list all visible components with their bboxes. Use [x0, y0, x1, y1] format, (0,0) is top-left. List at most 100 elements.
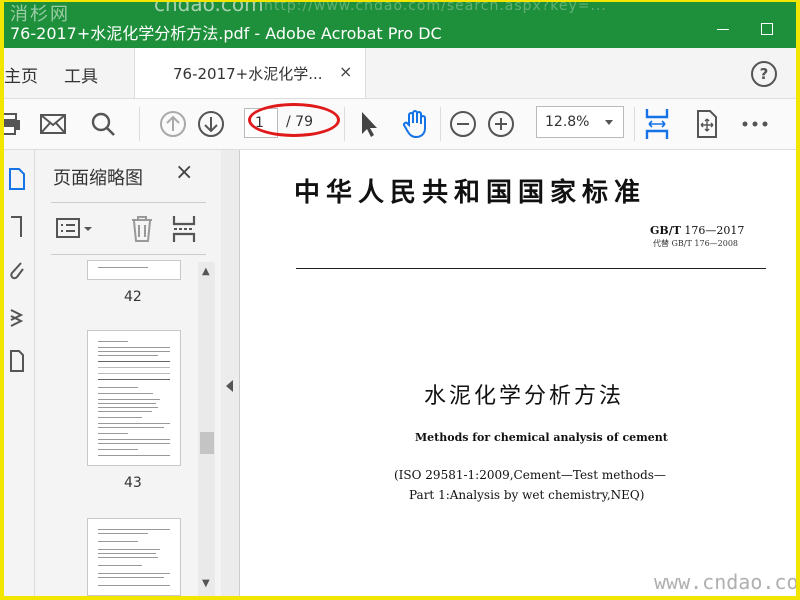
watermark-url: http://www.cndao.com/search.aspx?key=... — [264, 2, 607, 14]
toolbar-separator — [634, 107, 635, 141]
panel-divider — [51, 254, 206, 255]
previous-page-icon[interactable] — [158, 109, 188, 139]
thumbnail-text-line — [98, 393, 153, 394]
document-title-cn: 水泥化学分析方法 — [424, 384, 625, 409]
thumbnail-text-line — [98, 439, 170, 440]
attachments-icon[interactable] — [4, 258, 30, 284]
thumbnail-text-line — [98, 573, 170, 574]
page-thumbnails-panel: 页面缩略图 × 42 43 ▲ ▼ — [35, 150, 221, 596]
toolbar: 1 / 79 12.8% — [4, 99, 796, 150]
thumbnail-text-line — [98, 585, 170, 586]
rotate-view-icon[interactable] — [692, 109, 722, 139]
thumbnail-text-line — [98, 387, 138, 388]
panel-splitter[interactable] — [221, 150, 240, 596]
thumbnail-text-line — [98, 407, 158, 408]
thumbnail-text-line — [98, 427, 164, 428]
toolbar-separator — [440, 107, 441, 141]
page-thumbnail[interactable] — [87, 330, 181, 466]
panel-divider — [51, 202, 206, 203]
thumbnail-text-line — [98, 347, 170, 348]
minimize-button[interactable] — [708, 16, 738, 42]
title-bar: 消杉网 cndao.com http://www.cndao.com/searc… — [4, 2, 796, 48]
window-title: 76-2017+水泥化学分析方法.pdf - Adobe Acrobat Pro… — [10, 24, 442, 43]
layers-icon[interactable] — [4, 306, 30, 332]
thumbnail-text-line — [98, 341, 128, 342]
help-icon[interactable]: ? — [751, 61, 777, 87]
email-icon[interactable] — [38, 109, 68, 139]
tab-document[interactable]: 76-2017+水泥化学... × — [134, 48, 366, 98]
thumbnail-text-line — [98, 553, 156, 554]
fit-page-icon[interactable] — [642, 109, 672, 139]
close-panel-icon[interactable]: × — [175, 160, 193, 185]
thumbnail-table-line — [98, 361, 170, 362]
thumbnail-text-line — [98, 355, 158, 356]
page-thumbnail[interactable] — [87, 518, 181, 596]
standard-code-prefix: GB/T — [650, 224, 681, 237]
thumbnail-scrollbar[interactable]: ▲ ▼ — [198, 262, 215, 596]
page-number-label: 42 — [124, 289, 142, 305]
zoom-in-icon[interactable] — [486, 109, 516, 139]
thumbnail-text-line — [98, 455, 170, 456]
document-pages-icon[interactable] — [4, 348, 30, 374]
tab-home[interactable]: 主页 — [4, 62, 38, 87]
bookmarks-icon[interactable] — [4, 214, 30, 240]
thumbnail-text-line — [98, 399, 160, 400]
thumbnail-text-line — [98, 565, 142, 566]
insert-page-icon[interactable] — [171, 214, 197, 244]
delete-icon[interactable] — [129, 214, 155, 244]
thumbnail-table-line — [98, 373, 170, 374]
thumbnail-text-line — [98, 577, 164, 578]
panel-title: 页面缩略图 — [53, 168, 143, 189]
zoom-level-select[interactable]: 12.8% — [536, 106, 624, 138]
thumbnail-text-line — [98, 529, 170, 530]
more-options-icon[interactable] — [740, 109, 770, 139]
thumbnail-text-line — [98, 549, 160, 550]
red-highlight-ellipse — [248, 103, 340, 137]
thumbnail-text-line — [98, 557, 158, 558]
document-heading: 中华人民共和国国家标准 — [294, 178, 647, 208]
thumbnail-text-line — [98, 433, 128, 434]
scrollbar-thumb[interactable] — [200, 432, 214, 454]
chevron-up-icon[interactable]: ▲ — [202, 266, 210, 277]
zoom-out-icon[interactable] — [448, 109, 478, 139]
search-icon[interactable] — [88, 109, 118, 139]
site-watermark: www.cndao.com — [654, 570, 796, 594]
heading-rule — [296, 268, 766, 269]
document-view[interactable]: 中华人民共和国国家标准 GB/T 176—2017 代替 GB/T 176—20… — [240, 150, 796, 596]
acrobat-window: 消杉网 cndao.com http://www.cndao.com/searc… — [4, 2, 796, 596]
watermark-site: cndao.com — [154, 2, 264, 16]
thumbnail-text-line — [98, 449, 138, 450]
iso-reference-line-1: (ISO 29581-1:2009,Cement—Test methods— — [394, 468, 666, 482]
navigation-rail — [4, 150, 35, 596]
iso-reference-line-2: Part 1:Analysis by wet chemistry,NEQ) — [409, 488, 645, 502]
hand-tool-icon[interactable] — [400, 109, 430, 139]
chevron-down-icon[interactable]: ▼ — [202, 578, 210, 589]
maximize-button[interactable] — [752, 16, 782, 42]
thumbnail-text-line — [98, 411, 152, 412]
thumbnail-table-line — [98, 379, 170, 380]
minimize-icon — [717, 28, 729, 30]
thumbnail-text-line — [98, 423, 170, 424]
print-icon[interactable] — [4, 109, 24, 139]
page-thumbnail[interactable] — [87, 260, 181, 280]
thumbnail-text-line — [98, 351, 170, 352]
toolbar-separator — [139, 107, 140, 141]
thumbnail-text-line — [98, 267, 148, 268]
zoom-level-value: 12.8% — [545, 114, 590, 130]
page-number-label: 43 — [124, 475, 142, 491]
document-title-en: Methods for chemical analysis of cement — [415, 431, 668, 444]
thumbnail-table-line — [98, 367, 170, 368]
thumbnail-text-line — [98, 417, 142, 418]
thumbnail-text-line — [98, 533, 148, 534]
tab-tools[interactable]: 工具 — [64, 62, 98, 87]
thumbnail-text-line — [98, 403, 156, 404]
select-cursor-icon[interactable] — [354, 109, 384, 139]
next-page-icon[interactable] — [196, 109, 226, 139]
page-thumbnails-icon[interactable] — [4, 166, 30, 192]
standard-code-number: 176—2017 — [680, 224, 745, 237]
thumbnail-options-button[interactable] — [55, 216, 95, 242]
collapse-panel-icon[interactable] — [226, 380, 233, 392]
thumbnail-text-line — [98, 541, 138, 542]
replaces-note: 代替 GB/T 176—2008 — [653, 239, 739, 248]
close-tab-icon[interactable]: × — [339, 62, 352, 81]
